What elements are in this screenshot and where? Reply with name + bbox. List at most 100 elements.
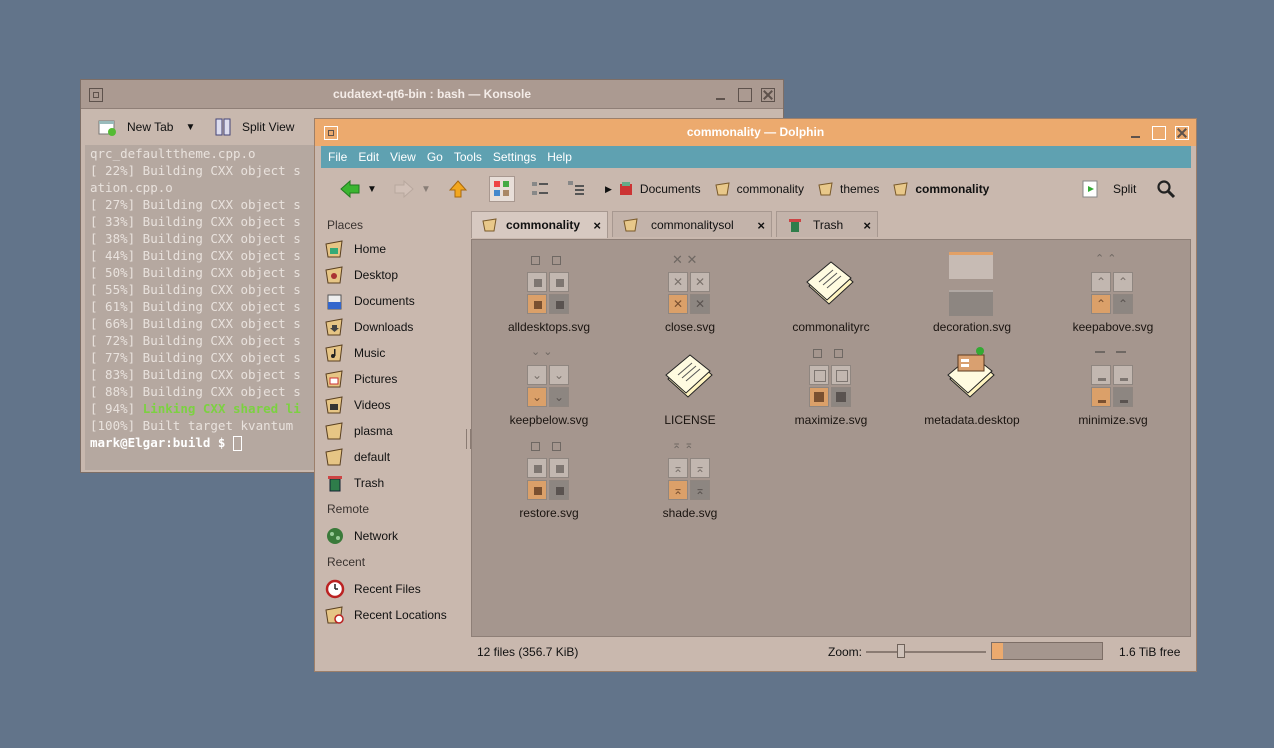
file-item[interactable]: restore.svg bbox=[490, 438, 608, 520]
preview-tile bbox=[809, 387, 829, 407]
preview-tile: ✕ bbox=[690, 272, 710, 292]
tab-close-icon[interactable]: × bbox=[863, 218, 871, 233]
file-item[interactable]: ⌅ ⌅ ⌅ ⌅ ⌅ ⌅ shade.svg bbox=[631, 438, 749, 520]
folder-icon bbox=[325, 447, 345, 467]
sidebar-item-videos[interactable]: Videos bbox=[325, 395, 390, 415]
sidebar-item-desktop[interactable]: Desktop bbox=[325, 265, 398, 285]
split-label: Split bbox=[1113, 182, 1137, 196]
split-view-button[interactable]: Split View bbox=[214, 117, 294, 137]
breadcrumb-item-commonality[interactable]: commonality bbox=[715, 181, 804, 197]
tab-close-icon[interactable]: × bbox=[757, 218, 765, 233]
chevron-down-icon[interactable]: ▼ bbox=[185, 122, 195, 133]
tab-commonality[interactable]: commonality × bbox=[471, 211, 608, 238]
sidebar-item-recent-locations[interactable]: Recent Locations bbox=[325, 605, 447, 625]
close-icon[interactable] bbox=[761, 88, 775, 102]
preview-tile: ⌃ bbox=[1113, 294, 1133, 314]
dolphin-titlebar[interactable]: commonality — Dolphin bbox=[315, 119, 1196, 146]
maximize-icon[interactable] bbox=[738, 88, 752, 102]
tab-label: Trash bbox=[813, 217, 844, 232]
file-item[interactable]: LICENSE bbox=[631, 345, 749, 427]
up-button[interactable] bbox=[445, 176, 471, 202]
sidebar-item-downloads[interactable]: Downloads bbox=[325, 317, 413, 337]
menu-tools[interactable]: Tools bbox=[454, 150, 482, 164]
file-view[interactable]: alldesktops.svg ✕ ✕ ✕ ✕ ✕ ✕ close.svg comm… bbox=[471, 239, 1191, 637]
tab-label: commonalitysol bbox=[651, 217, 734, 232]
text-file-icon bbox=[658, 345, 722, 409]
new-tab-button[interactable]: New Tab ▼ bbox=[97, 117, 195, 137]
forward-button[interactable] bbox=[391, 176, 417, 202]
preview-tile: ⌅ bbox=[668, 480, 688, 500]
zoom-slider-track[interactable] bbox=[866, 651, 986, 653]
file-name: keepabove.svg bbox=[1072, 320, 1154, 334]
chevron-right-icon[interactable]: ▶ bbox=[605, 184, 612, 195]
tab-label: commonality bbox=[506, 218, 581, 232]
tab-close-icon[interactable]: × bbox=[593, 218, 601, 233]
search-button[interactable] bbox=[1153, 176, 1179, 202]
split-icon bbox=[1082, 180, 1098, 198]
file-item[interactable]: ⌄ ⌄ ⌄ ⌄ ⌄ ⌄ keepbelow.svg bbox=[490, 345, 608, 427]
file-item[interactable]: ⌃ ⌃ ⌃ ⌃ ⌃ ⌃ keepabove.svg bbox=[1054, 252, 1172, 334]
places-panel: Places Home Desktop Documents Downloads … bbox=[321, 215, 471, 639]
breadcrumb-item-documents[interactable]: Documents bbox=[618, 181, 701, 197]
sidebar-item-trash[interactable]: Trash bbox=[325, 473, 384, 493]
compact-view-button[interactable] bbox=[527, 176, 553, 202]
sidebar-label: Home bbox=[354, 242, 387, 256]
linking-text: Linking CXX shared li bbox=[142, 401, 301, 416]
sidebar-item-recent-files[interactable]: Recent Files bbox=[325, 579, 421, 599]
pictures-folder-icon bbox=[325, 369, 345, 389]
breadcrumb-label: themes bbox=[839, 182, 880, 196]
preview-icon bbox=[531, 442, 540, 451]
file-item[interactable]: metadata.desktop bbox=[913, 345, 1031, 427]
split-button[interactable]: Split bbox=[1081, 177, 1136, 201]
file-item[interactable]: commonalityrc bbox=[772, 252, 890, 334]
maximize-icon[interactable] bbox=[1152, 126, 1166, 140]
details-view-button[interactable] bbox=[563, 176, 589, 202]
zoom-slider-handle[interactable] bbox=[897, 644, 906, 658]
svg-file-icon bbox=[799, 345, 863, 409]
tab-commonalitysol[interactable]: commonalitysol × bbox=[612, 211, 772, 237]
sidebar-label: Music bbox=[354, 346, 386, 360]
konsole-titlebar[interactable]: cudatext-qt6-bin : bash — Konsole bbox=[81, 80, 783, 109]
menu-view[interactable]: View bbox=[390, 150, 416, 164]
file-item[interactable]: alldesktops.svg bbox=[490, 252, 608, 334]
preview-tile bbox=[831, 365, 851, 385]
svg-file-icon bbox=[517, 438, 581, 502]
menu-help[interactable]: Help bbox=[547, 150, 572, 164]
zoom-label: Zoom: bbox=[828, 645, 863, 659]
tab-trash[interactable]: Trash × bbox=[776, 211, 878, 237]
menu-settings[interactable]: Settings bbox=[493, 150, 536, 164]
sidebar-item-network[interactable]: Network bbox=[325, 526, 398, 546]
desktop-file-icon bbox=[940, 345, 1004, 409]
file-item[interactable]: maximize.svg bbox=[772, 345, 890, 427]
preview-tile bbox=[527, 272, 547, 292]
preview-grid: ⌃ ⌃ ⌃ ⌃ bbox=[1091, 272, 1133, 314]
progress-prefix: [ 94%] bbox=[90, 401, 143, 416]
sidebar-item-documents[interactable]: Documents bbox=[325, 291, 415, 311]
file-item[interactable]: minimize.svg bbox=[1054, 345, 1172, 427]
sidebar-item-music[interactable]: Music bbox=[325, 343, 385, 363]
menu-edit[interactable]: Edit bbox=[358, 150, 379, 164]
preview-grid: ⌄ ⌄ ⌄ ⌄ bbox=[527, 365, 569, 407]
back-button[interactable] bbox=[337, 176, 363, 202]
sidebar-item-home[interactable]: Home bbox=[325, 239, 386, 259]
back-history-dropdown[interactable]: ▼ bbox=[367, 177, 377, 201]
minimize-icon[interactable] bbox=[714, 88, 728, 102]
forward-history-dropdown[interactable]: ▼ bbox=[421, 177, 431, 201]
menu-file[interactable]: File bbox=[328, 150, 347, 164]
sidebar-item-default[interactable]: default bbox=[325, 447, 390, 467]
file-item[interactable]: decoration.svg bbox=[913, 252, 1031, 334]
minimize-icon[interactable] bbox=[1129, 126, 1143, 140]
file-name: LICENSE bbox=[664, 413, 716, 427]
breadcrumb-item-current[interactable]: commonality bbox=[893, 181, 989, 197]
breadcrumb-item-themes[interactable]: themes bbox=[818, 181, 879, 197]
menu-go[interactable]: Go bbox=[427, 150, 443, 164]
sidebar-item-pictures[interactable]: Pictures bbox=[325, 369, 397, 389]
file-item[interactable]: ✕ ✕ ✕ ✕ ✕ ✕ close.svg bbox=[631, 252, 749, 334]
chevron-down-icon: ▼ bbox=[367, 183, 377, 195]
icons-view-button[interactable] bbox=[489, 176, 515, 202]
close-icon[interactable] bbox=[1175, 126, 1189, 140]
folder-icon bbox=[623, 217, 638, 231]
file-name: restore.svg bbox=[519, 506, 579, 520]
sidebar-item-plasma[interactable]: plasma bbox=[325, 421, 393, 441]
preview-tile: ✕ bbox=[668, 294, 688, 314]
